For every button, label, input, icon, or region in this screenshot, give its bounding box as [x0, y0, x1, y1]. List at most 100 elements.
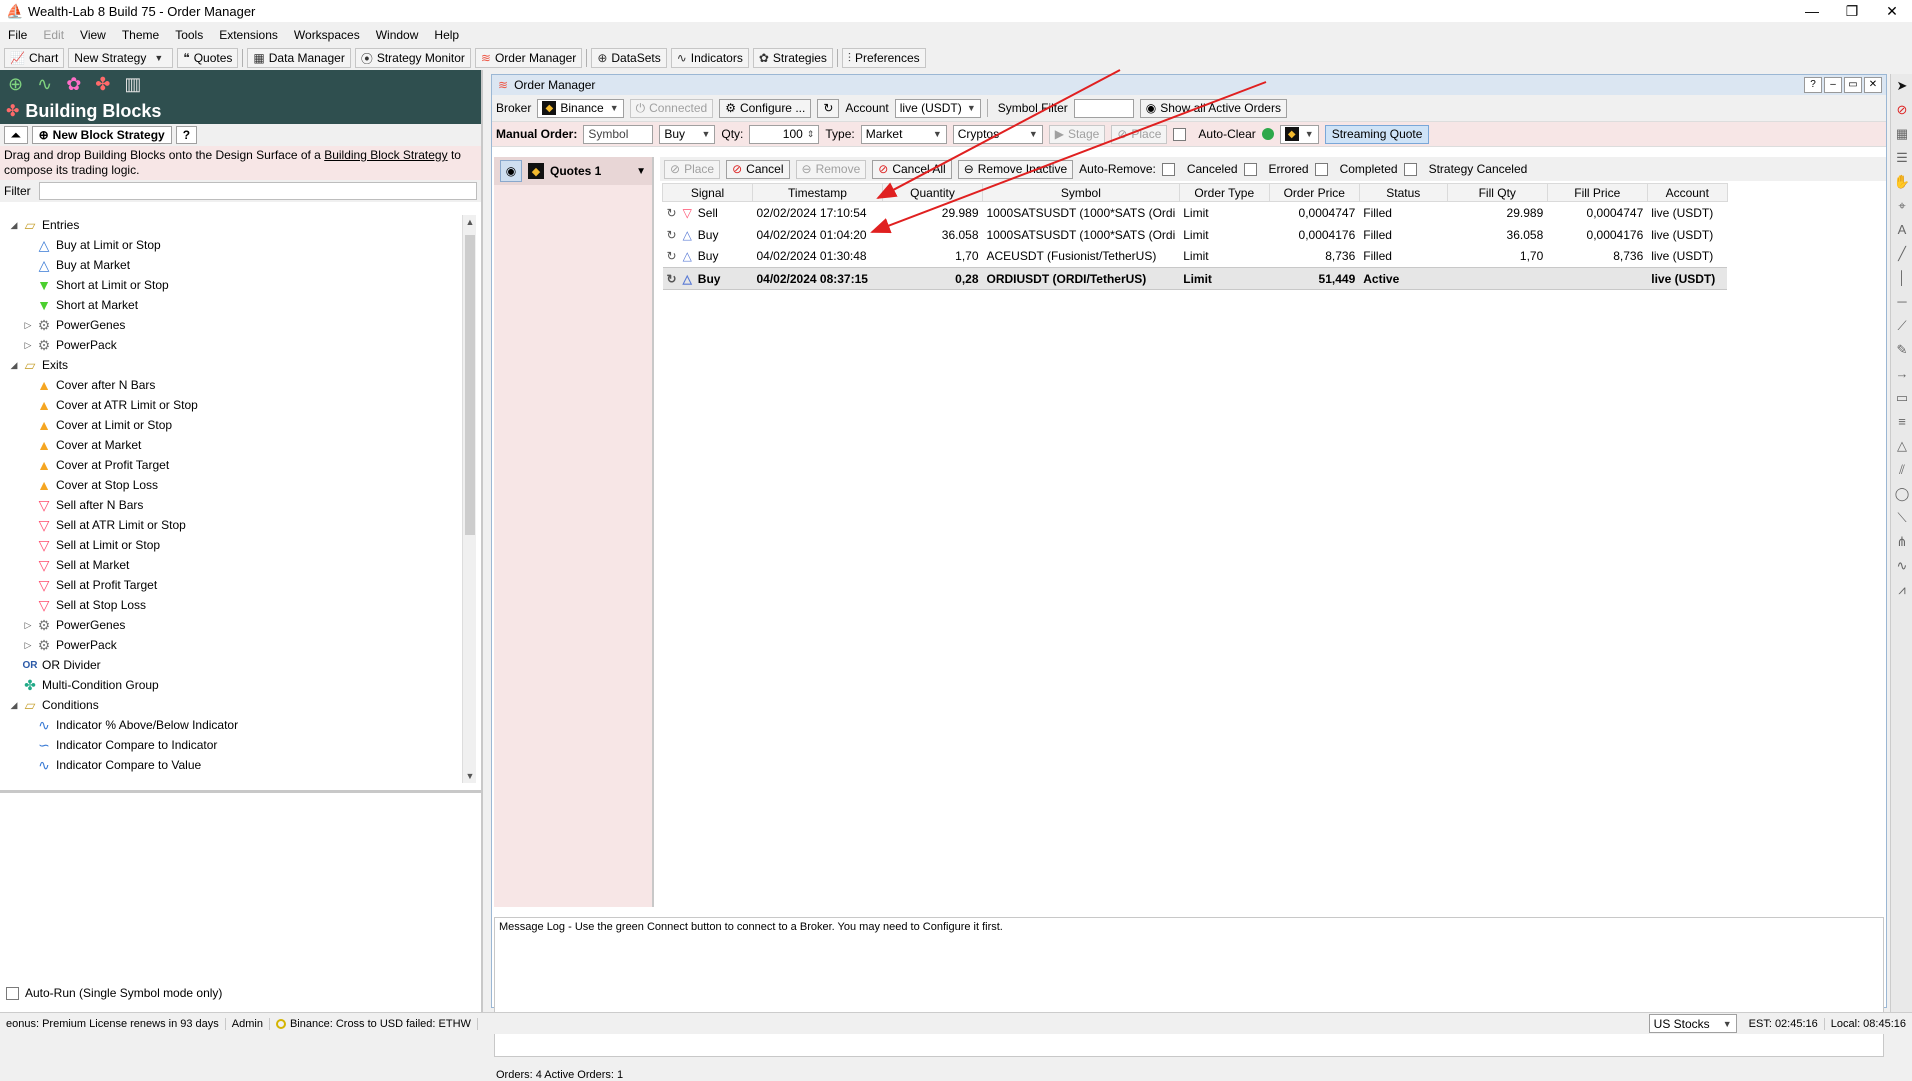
menu-extensions[interactable]: Extensions — [211, 28, 286, 42]
place-order-button[interactable]: ⊘ Place — [1111, 124, 1168, 144]
strategy-monitor-button[interactable]: ⦿ Strategy Monitor — [354, 48, 471, 68]
quotes-button[interactable]: ❝ Quotes — [177, 48, 239, 68]
expander-icon[interactable]: ▷ — [22, 620, 34, 631]
tree-item[interactable]: ▲ Cover after N Bars — [4, 375, 464, 395]
tree-item[interactable]: ∿ Indicator % Above/Below Indicator — [4, 715, 464, 735]
auto-run-checkbox[interactable]: Auto-Run (Single Symbol mode only) — [6, 986, 222, 1000]
arrow-icon[interactable]: → — [1891, 362, 1912, 386]
globe-icon[interactable]: ⊕ — [8, 74, 23, 95]
column-header[interactable]: Status — [1358, 183, 1448, 202]
filter-input[interactable] — [38, 182, 477, 200]
refresh-button[interactable]: ↻ — [817, 98, 840, 118]
cancel-button[interactable]: ⊘ Cancel — [726, 159, 790, 179]
line-icon[interactable]: ╱ — [1891, 242, 1912, 266]
no-entry-icon[interactable]: ⊘ — [1891, 98, 1912, 122]
order-type-select[interactable]: Market ▼ — [860, 124, 947, 144]
close-button[interactable]: ✕ — [1872, 3, 1912, 20]
building-blocks-icon[interactable]: ✤ — [95, 74, 110, 95]
menu-theme[interactable]: Theme — [114, 28, 167, 42]
cancel-all-button[interactable]: ⊘ Cancel All — [872, 159, 952, 179]
menu-edit[interactable]: Edit — [35, 28, 72, 42]
tree-item[interactable]: ▽ Sell at Limit or Stop — [4, 535, 464, 555]
expander-icon[interactable]: ▷ — [22, 340, 34, 351]
tree-item[interactable]: ▷ ⚙ PowerGenes — [4, 315, 464, 335]
menu-file[interactable]: File — [0, 28, 35, 42]
auto-clear-checkbox[interactable] — [1173, 127, 1187, 141]
preferences-button[interactable]: ⫶ Preferences — [841, 48, 926, 68]
symbol-input[interactable]: Symbol — [583, 124, 654, 144]
menu-workspaces[interactable]: Workspaces — [286, 28, 368, 42]
auto-remove-canceled-checkbox[interactable] — [1161, 162, 1175, 176]
tree-item[interactable]: ▲ Cover at Limit or Stop — [4, 415, 464, 435]
menu-tools[interactable]: Tools — [167, 28, 211, 42]
menu-window[interactable]: Window — [368, 28, 427, 42]
tree-item[interactable]: ◢ ▱ Conditions — [4, 695, 464, 715]
zigzag-icon[interactable]: ⩘ — [1891, 578, 1912, 602]
help-button[interactable]: ? — [1804, 77, 1822, 93]
table-row[interactable]: ↻ △ Buy 04/02/2024 08:37:15 0,28 ORDIUSDT (OR… — [662, 267, 1728, 290]
triangle-icon[interactable]: △ — [1891, 434, 1912, 458]
column-header[interactable]: Symbol — [982, 183, 1180, 202]
scroll-down-arrow-icon[interactable]: ▼ — [463, 769, 477, 783]
layers-icon[interactable]: ☰ — [1891, 146, 1912, 170]
connected-button[interactable]: ⏻ Connected — [629, 98, 714, 118]
symbol-filter-input[interactable] — [1073, 98, 1134, 118]
expander-icon[interactable]: ◢ — [8, 700, 20, 711]
brain-icon[interactable]: ✿ — [66, 74, 81, 95]
column-header[interactable]: Order Price — [1268, 183, 1360, 202]
tree-item[interactable]: ∽ Indicator Compare to Indicator — [4, 735, 464, 755]
tree-item[interactable]: △ Buy at Market — [4, 255, 464, 275]
tree-item[interactable]: ▷ ⚙ PowerPack — [4, 335, 464, 355]
scroll-thumb[interactable] — [465, 235, 475, 535]
horizontal-line-icon[interactable]: ─ — [1891, 290, 1912, 314]
tree-item[interactable]: ▽ Sell at Stop Loss — [4, 595, 464, 615]
tree-item[interactable]: ▼ Short at Limit or Stop — [4, 275, 464, 295]
maximize-button[interactable]: ❐ — [1832, 3, 1872, 20]
menu-help[interactable]: Help — [426, 28, 467, 42]
collapse-button[interactable]: ⏶ — [4, 126, 28, 144]
new-block-strategy-button[interactable]: ⊕ New Block Strategy — [31, 126, 172, 144]
maximize-button[interactable]: ▭ — [1844, 77, 1862, 93]
grid-icon[interactable]: ▦ — [1891, 122, 1912, 146]
expander-icon[interactable]: ◢ — [8, 360, 20, 371]
auto-remove-errored-checkbox[interactable] — [1243, 162, 1257, 176]
streaming-quote-button[interactable]: Streaming Quote — [1324, 124, 1430, 144]
library-icon[interactable]: ▥ — [124, 74, 141, 95]
close-button[interactable]: ✕ — [1864, 77, 1882, 93]
tree-item[interactable]: ▽ Sell after N Bars — [4, 495, 464, 515]
tree-item[interactable]: ▲ Cover at Market — [4, 435, 464, 455]
remove-inactive-button[interactable]: ⊖ Remove Inactive — [957, 159, 1074, 179]
tree-item[interactable]: ▷ ⚙ PowerGenes — [4, 615, 464, 635]
tree-item[interactable]: ▼ Short at Market — [4, 295, 464, 315]
show-all-active-orders-button[interactable]: ◉ Show all Active Orders — [1139, 98, 1287, 118]
configure-button[interactable]: ⚙ Configure ... — [719, 98, 812, 118]
quote-source-select[interactable]: ◆ ▼ — [1279, 124, 1319, 144]
rectangle-icon[interactable]: ▭ — [1891, 386, 1912, 410]
order-manager-button[interactable]: ≋ Order Manager — [474, 48, 583, 68]
pitchfork-icon[interactable]: ⋔ — [1891, 530, 1912, 554]
channel-icon[interactable]: ⫽ — [1891, 458, 1912, 482]
expander-icon[interactable]: ◢ — [8, 220, 20, 231]
tree-item[interactable]: ▽ Sell at Profit Target — [4, 575, 464, 595]
tree-item[interactable]: ▲ Cover at ATR Limit or Stop — [4, 395, 464, 415]
ray-icon[interactable]: ⟋ — [1891, 314, 1912, 338]
indicator-wave-icon[interactable]: ∿ — [37, 74, 52, 95]
column-header[interactable]: Fill Price — [1546, 183, 1648, 202]
chart-button[interactable]: 📈 Chart — [4, 48, 65, 68]
pencil-icon[interactable]: ✎ — [1891, 338, 1912, 362]
market-select[interactable]: US Stocks ▼ — [1648, 1014, 1737, 1033]
table-row[interactable]: ↻ ▽ Sell 02/02/2024 17:10:54 29.989 1000SATSU… — [663, 202, 1728, 224]
tree-item[interactable]: ◢ ▱ Exits — [4, 355, 464, 375]
column-header[interactable]: Fill Qty — [1446, 183, 1548, 202]
tree-item[interactable]: ▲ Cover at Stop Loss — [4, 475, 464, 495]
quotes-tab[interactable]: ◉ ◆ Quotes 1 ▼ — [494, 157, 652, 185]
table-row[interactable]: ↻ △ Buy 04/02/2024 01:04:20 36.058 1000SATSUS… — [663, 224, 1728, 246]
tree-item[interactable]: OR OR Divider — [4, 655, 464, 675]
indicators-button[interactable]: ∿ Indicators — [670, 48, 749, 68]
chevron-down-icon[interactable]: ▼ — [636, 166, 646, 177]
minimize-button[interactable]: – — [1824, 77, 1842, 93]
crosshair-icon[interactable]: ⌖ — [1891, 194, 1912, 218]
column-header[interactable]: Signal — [662, 183, 753, 202]
datasets-button[interactable]: ⊕ DataSets — [591, 48, 667, 68]
minimize-button[interactable]: — — [1792, 3, 1832, 20]
